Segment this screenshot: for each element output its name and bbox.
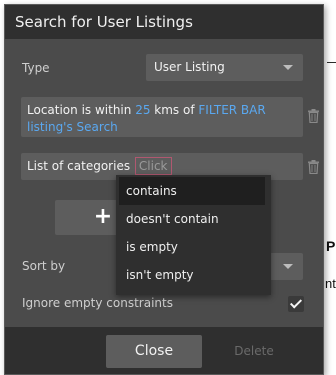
- dropdown-option-doesnt-contain[interactable]: doesn't contain: [119, 205, 265, 233]
- distance-value[interactable]: 25: [135, 103, 150, 117]
- dropdown-option-contains[interactable]: contains: [119, 177, 265, 205]
- ignore-empty-checkbox[interactable]: [288, 296, 304, 312]
- constraint-field-label: List of categories: [27, 159, 131, 173]
- dropdown-option-is-empty[interactable]: is empty: [119, 233, 265, 261]
- operator-selector[interactable]: Click: [134, 157, 172, 175]
- constraint-location[interactable]: Location is within 25 kms of FILTER BAR …: [21, 97, 303, 137]
- delete-button[interactable]: Delete: [209, 335, 299, 368]
- trash-icon[interactable]: [308, 160, 319, 174]
- page: P nt Search for User Listings Type User …: [0, 0, 336, 375]
- dialog-header: Search for User Listings: [5, 5, 323, 39]
- ignore-empty-label: Ignore empty constraints: [22, 296, 173, 310]
- constraint-text: of: [179, 103, 199, 117]
- background-divider: [327, 62, 336, 63]
- constraint-unit: kms: [150, 103, 180, 117]
- type-select[interactable]: User Listing: [146, 54, 303, 81]
- chevron-down-icon: [283, 65, 293, 70]
- sort-by-label: Sort by: [22, 259, 66, 273]
- background-text-fragment: nt: [325, 276, 336, 291]
- constraint-text: Location is within: [27, 103, 136, 117]
- background-text-fragment: P: [326, 238, 336, 254]
- type-label: Type: [22, 61, 50, 75]
- operator-dropdown: contains doesn't contain is empty isn't …: [116, 175, 271, 295]
- trash-icon[interactable]: [308, 109, 319, 123]
- close-button[interactable]: Close: [106, 335, 202, 368]
- dropdown-option-isnt-empty[interactable]: isn't empty: [119, 261, 265, 289]
- chevron-down-icon: [283, 264, 293, 269]
- dialog-title: Search for User Listings: [15, 13, 193, 31]
- dialog-footer: Close Delete: [5, 327, 323, 374]
- type-select-value: User Listing: [154, 60, 225, 74]
